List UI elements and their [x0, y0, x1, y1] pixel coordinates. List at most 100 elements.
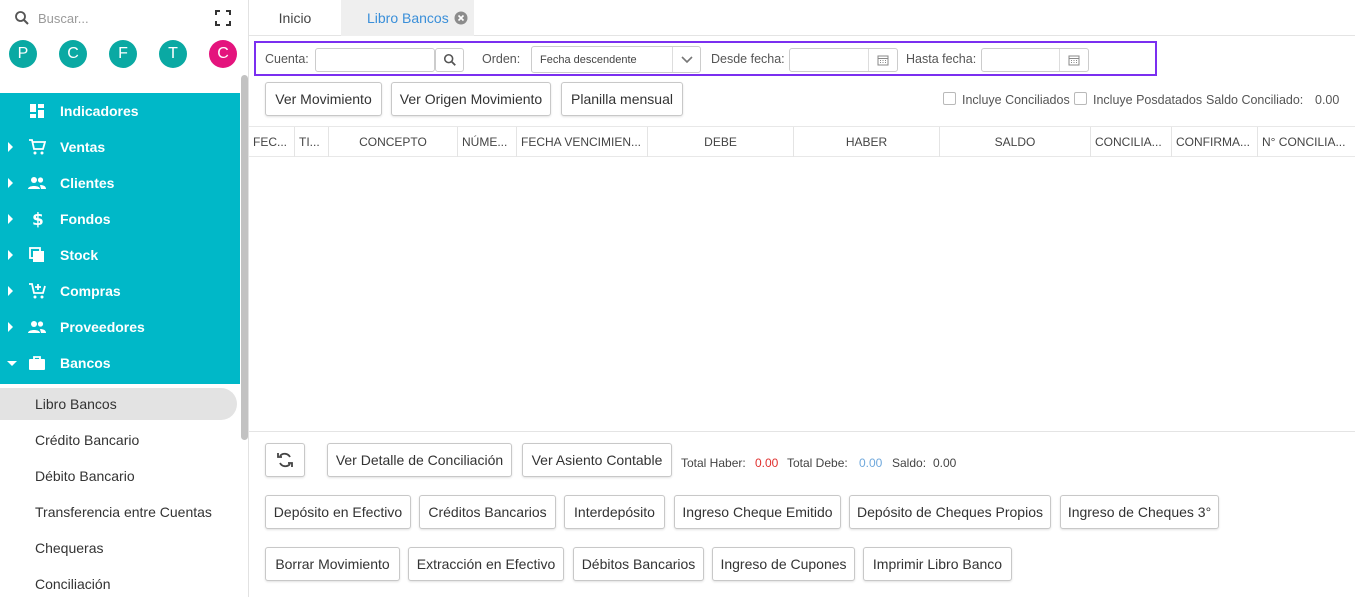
- quick-avatars: P C F T C: [0, 40, 248, 70]
- sidebar-scrollbar[interactable]: [240, 75, 248, 440]
- tab-label: Libro Bancos: [367, 10, 449, 26]
- hasta-fecha-input[interactable]: [981, 48, 1089, 72]
- filter-bar: Cuenta: Orden: Fecha descendente Desde f…: [254, 41, 1157, 76]
- avatar-f[interactable]: F: [109, 40, 137, 68]
- menu-label: Clientes: [60, 175, 115, 191]
- briefcase-icon: [29, 356, 45, 370]
- submenu-label: Transferencia entre Cuentas: [35, 504, 212, 520]
- incluye-posdatados-label[interactable]: Incluye Posdatados: [1093, 93, 1202, 107]
- cuenta-search-button[interactable]: [435, 48, 464, 72]
- total-debe-label: Total Debe:: [787, 456, 848, 470]
- orden-select[interactable]: Fecha descendente: [531, 46, 701, 73]
- orden-value: Fecha descendente: [540, 54, 637, 66]
- cuenta-input[interactable]: [315, 48, 435, 72]
- menu-label: Ventas: [60, 139, 106, 155]
- col-debe[interactable]: DEBE: [648, 127, 794, 157]
- debitos-bancarios-button[interactable]: Débitos Bancarios: [573, 547, 704, 581]
- col-fecha[interactable]: FEC...: [249, 127, 295, 157]
- ver-detalle-conciliacion-button[interactable]: Ver Detalle de Conciliación: [327, 443, 512, 477]
- ingreso-cheques-terceros-button[interactable]: Ingreso de Cheques 3°: [1060, 495, 1219, 529]
- incluye-conciliados-label[interactable]: Incluye Conciliados: [962, 93, 1070, 107]
- avatar-p[interactable]: P: [9, 40, 37, 68]
- people-icon: [28, 177, 46, 189]
- chevron-down-icon: [672, 47, 700, 72]
- submenu-label: Conciliación: [35, 576, 111, 592]
- desde-fecha-input[interactable]: [789, 48, 898, 72]
- close-icon[interactable]: [454, 11, 468, 25]
- total-haber-value: 0.00: [755, 456, 779, 470]
- caret-right-icon: [8, 178, 13, 188]
- col-confirmado[interactable]: CONFIRMA...: [1172, 127, 1258, 157]
- planilla-mensual-button[interactable]: Planilla mensual: [561, 82, 683, 116]
- calendar-icon[interactable]: [868, 49, 897, 71]
- people-icon: [28, 321, 46, 333]
- col-concepto[interactable]: CONCEPTO: [329, 127, 458, 157]
- ver-movimiento-button[interactable]: Ver Movimiento: [265, 82, 382, 116]
- calendar-icon[interactable]: [1059, 49, 1088, 71]
- menu-label: Proveedores: [60, 319, 145, 335]
- submenu-libro-bancos[interactable]: Libro Bancos: [0, 388, 237, 420]
- deposito-cheques-propios-button[interactable]: Depósito de Cheques Propios: [849, 495, 1051, 529]
- total-debe-value: 0.00: [859, 456, 883, 470]
- scrollbar-thumb[interactable]: [241, 75, 248, 440]
- grid-body[interactable]: [249, 157, 1355, 432]
- menu-item-bancos[interactable]: Bancos: [0, 345, 240, 381]
- menu-item-indicadores[interactable]: Indicadores: [0, 93, 240, 129]
- caret-down-icon: [7, 361, 17, 366]
- interdeposito-button[interactable]: Interdepósito: [564, 495, 665, 529]
- submenu-conciliacion[interactable]: Conciliación: [0, 568, 240, 597]
- col-conciliado[interactable]: CONCILIA...: [1091, 127, 1172, 157]
- search-icon: [443, 53, 456, 66]
- menu-item-proveedores[interactable]: Proveedores: [0, 309, 240, 345]
- saldo-conciliado-value: 0.00: [1315, 93, 1340, 107]
- col-nro-conciliacion[interactable]: N° CONCILIA...: [1258, 127, 1355, 157]
- sidebar: Buscar... P C F T C Indicadores Ventas C…: [0, 0, 249, 597]
- avatar-t[interactable]: T: [159, 40, 187, 68]
- menu-label: Bancos: [60, 355, 111, 371]
- menu-item-ventas[interactable]: Ventas: [0, 129, 240, 165]
- svg-text:$: $: [32, 210, 44, 228]
- menu-label: Stock: [60, 247, 99, 263]
- saldo-conciliado-label: Saldo Conciliado:: [1206, 93, 1304, 107]
- incluye-posdatados-checkbox[interactable]: [1074, 92, 1087, 105]
- creditos-bancarios-button[interactable]: Créditos Bancarios: [419, 495, 556, 529]
- refresh-button[interactable]: [265, 443, 305, 477]
- submenu-debito-bancario[interactable]: Débito Bancario: [0, 460, 240, 492]
- col-haber[interactable]: HABER: [794, 127, 940, 157]
- main-menu: Indicadores Ventas Clientes $ Fondos Sto…: [0, 93, 240, 384]
- menu-item-fondos[interactable]: $ Fondos: [0, 201, 240, 237]
- menu-item-stock[interactable]: Stock: [0, 237, 240, 273]
- search-placeholder[interactable]: Buscar...: [38, 11, 89, 26]
- submenu-transferencia[interactable]: Transferencia entre Cuentas: [0, 496, 240, 528]
- menu-label: Compras: [60, 283, 121, 299]
- incluye-conciliados-checkbox[interactable]: [943, 92, 956, 105]
- fullscreen-icon[interactable]: [214, 9, 232, 27]
- col-fecha-vencimiento[interactable]: FECHA VENCIMIEN...: [517, 127, 648, 157]
- caret-right-icon: [8, 322, 13, 332]
- extraccion-efectivo-button[interactable]: Extracción en Efectivo: [408, 547, 564, 581]
- menu-item-clientes[interactable]: Clientes: [0, 165, 240, 201]
- submenu-chequeras[interactable]: Chequeras: [0, 532, 240, 564]
- caret-right-icon: [8, 142, 13, 152]
- main-content: Inicio Libro Bancos Cuenta: Orden: Fecha…: [249, 0, 1355, 597]
- deposito-efectivo-button[interactable]: Depósito en Efectivo: [265, 495, 411, 529]
- ingreso-cheque-emitido-button[interactable]: Ingreso Cheque Emitido: [674, 495, 841, 529]
- stack-icon: [29, 247, 44, 262]
- borrar-movimiento-button[interactable]: Borrar Movimiento: [265, 547, 400, 581]
- ver-origen-movimiento-button[interactable]: Ver Origen Movimiento: [391, 82, 551, 116]
- avatar-c[interactable]: C: [59, 40, 87, 68]
- ingreso-cupones-button[interactable]: Ingreso de Cupones: [712, 547, 855, 581]
- tab-libro-bancos[interactable]: Libro Bancos: [341, 0, 474, 36]
- menu-item-compras[interactable]: Compras: [0, 273, 240, 309]
- imprimir-libro-banco-button[interactable]: Imprimir Libro Banco: [863, 547, 1012, 581]
- submenu-label: Chequeras: [35, 540, 104, 556]
- tab-inicio[interactable]: Inicio: [249, 0, 341, 36]
- ver-asiento-contable-button[interactable]: Ver Asiento Contable: [522, 443, 672, 477]
- col-numero[interactable]: NÚME...: [458, 127, 517, 157]
- avatar-c2[interactable]: C: [209, 40, 237, 68]
- submenu-credito-bancario[interactable]: Crédito Bancario: [0, 424, 240, 456]
- col-saldo[interactable]: SALDO: [940, 127, 1091, 157]
- menu-label: Indicadores: [60, 103, 139, 119]
- sidebar-search[interactable]: Buscar...: [0, 0, 248, 36]
- col-tipo[interactable]: TI...: [295, 127, 329, 157]
